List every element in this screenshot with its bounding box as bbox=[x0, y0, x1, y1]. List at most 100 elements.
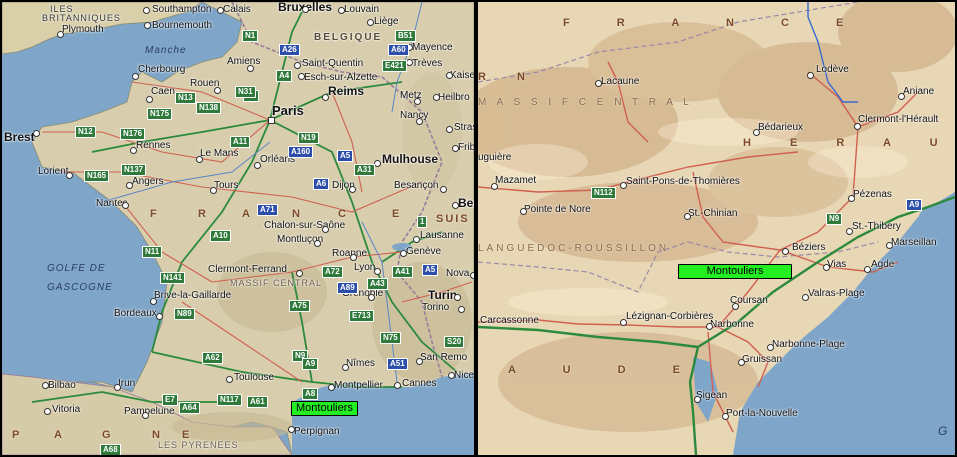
detail-city-dot bbox=[722, 413, 729, 420]
overview-city-label: Cannes bbox=[402, 378, 437, 389]
detail-city-dot bbox=[886, 242, 893, 249]
overview-road-shield: N19 bbox=[298, 132, 319, 144]
detail-city-label: Narbonne bbox=[710, 319, 754, 330]
overview-map[interactable]: Manche GOLFE DE GASCOGNE ILES BRITANNIQU… bbox=[2, 2, 474, 455]
overview-city-label: Le Mans bbox=[200, 148, 239, 159]
detail-city-label: Béziers bbox=[792, 242, 826, 253]
region-label-languedoc-roussillon: LANGUEDOC-ROUSSILLON bbox=[478, 243, 670, 254]
overview-city-label: Montpellier bbox=[334, 380, 383, 391]
overview-city-dot bbox=[217, 7, 224, 14]
country-letter-spain-g: G bbox=[102, 429, 119, 441]
detail-city-label: Pointe de Nore bbox=[524, 204, 591, 215]
overview-city-dot bbox=[130, 147, 137, 154]
overview-city-label: Tours bbox=[214, 180, 239, 191]
detail-city-label: Agde bbox=[871, 259, 895, 270]
overview-city-dot bbox=[328, 384, 335, 391]
overview-city-label: Trèves bbox=[412, 58, 443, 69]
overview-road-shield: A61 bbox=[247, 396, 268, 408]
overview-road-shield: N1 bbox=[242, 30, 259, 42]
country-letter-spain-a: A bbox=[54, 429, 70, 441]
overview-city-dot bbox=[452, 202, 459, 209]
overview-road-shield: N165 bbox=[84, 170, 110, 182]
overview-city-label: Nice bbox=[454, 370, 474, 381]
overview-city-label: Cherbourg bbox=[138, 64, 186, 75]
overview-city-label: Reims bbox=[328, 84, 365, 98]
overview-city-dot bbox=[406, 59, 413, 66]
overview-city-label: Lyon bbox=[354, 262, 376, 273]
location-marker-montouliers-overview[interactable]: Montouliers bbox=[291, 401, 358, 416]
overview-city-label: Torino bbox=[422, 302, 450, 313]
sea-label-manche: Manche bbox=[145, 45, 187, 56]
overview-city-dot bbox=[156, 313, 163, 320]
detail-city-dot bbox=[854, 123, 861, 130]
region-label-herault: H E R A U L T bbox=[743, 137, 955, 149]
overview-road-shield: A41 bbox=[392, 266, 413, 278]
overview-city-dot bbox=[454, 294, 461, 301]
overview-city-dot bbox=[400, 250, 407, 257]
panel-divider bbox=[474, 0, 478, 457]
overview-city-dot bbox=[452, 145, 459, 152]
overview-city-dot bbox=[374, 268, 381, 275]
overview-city-dot bbox=[146, 96, 153, 103]
detail-city-label: Carcassonne bbox=[480, 315, 539, 326]
overview-city-dot bbox=[254, 162, 261, 169]
detail-city-label: St.-Thibery bbox=[852, 221, 901, 232]
overview-road-shield: N137 bbox=[121, 164, 147, 176]
overview-city-dot bbox=[302, 6, 309, 13]
overview-city-dot bbox=[122, 202, 129, 209]
overview-road-shield: N176 bbox=[120, 128, 146, 140]
overview-city-dot bbox=[33, 130, 40, 137]
mountain-label-massif-central: MASSIF CENTRAL bbox=[230, 278, 323, 288]
overview-city-label: Mayence bbox=[412, 42, 453, 53]
country-letter-spain-p: P bbox=[12, 429, 28, 441]
overview-road-shield: E7 bbox=[162, 394, 178, 406]
overview-road-shield: A11 bbox=[230, 136, 251, 148]
overview-road-shield: N13 bbox=[175, 92, 196, 104]
overview-city-dot bbox=[314, 240, 321, 247]
detail-city-label: Lacaune bbox=[601, 76, 640, 87]
overview-city-dot bbox=[296, 270, 303, 277]
overview-road-shield: N175 bbox=[147, 108, 173, 120]
detail-road-shield: N9 bbox=[826, 213, 843, 225]
detail-city-label: Port-la-Nouvelle bbox=[726, 408, 798, 419]
overview-city-dot bbox=[210, 187, 217, 194]
overview-city-dot bbox=[66, 172, 73, 179]
overview-city-dot bbox=[288, 426, 295, 433]
country-letter-c: C bbox=[338, 208, 354, 220]
overview-city-dot bbox=[368, 294, 375, 301]
overview-city-label: Liège bbox=[374, 16, 399, 27]
detail-city-label: Clermont-l'Hérault bbox=[858, 114, 939, 125]
overview-road-shield: A6 bbox=[313, 178, 330, 190]
overview-city-label: Besançon bbox=[394, 180, 439, 191]
overview-city-dot bbox=[57, 31, 64, 38]
detail-city-dot bbox=[848, 195, 855, 202]
overview-city-dot bbox=[446, 126, 453, 133]
overview-road-shield: 1 bbox=[417, 216, 428, 228]
overview-city-dot bbox=[196, 156, 203, 163]
overview-road-shield: A72 bbox=[322, 266, 343, 278]
overview-city-dot bbox=[342, 364, 349, 371]
overview-city-label: Nancy bbox=[400, 110, 429, 121]
overview-city-label: Lausanne bbox=[420, 230, 464, 241]
overview-city-dot bbox=[42, 382, 49, 389]
overview-city-dot bbox=[350, 254, 357, 261]
overview-road-shield: N138 bbox=[196, 102, 222, 114]
overview-city-dot bbox=[413, 236, 420, 243]
detail-map[interactable]: F R A N C E H E R A U L T A U D E LANGUE… bbox=[478, 2, 955, 455]
overview-city-label: Bilbao bbox=[48, 380, 76, 391]
location-marker-montouliers-detail[interactable]: Montouliers bbox=[678, 264, 792, 279]
country-letter-a: A bbox=[242, 208, 258, 220]
overview-road-shield: A5 bbox=[337, 150, 354, 162]
country-label-britanniques: BRITANNIQUES bbox=[42, 13, 121, 23]
overview-city-dot bbox=[142, 412, 149, 419]
overview-city-label: Heilbro bbox=[438, 92, 470, 103]
overview-road-shield: A160 bbox=[288, 146, 314, 158]
overview-city-label: Pampelune bbox=[124, 406, 175, 417]
overview-road-shield: S20 bbox=[444, 336, 465, 348]
detail-city-dot bbox=[767, 344, 774, 351]
detail-city-label: Lodève bbox=[816, 64, 849, 75]
detail-city-dot bbox=[694, 396, 701, 403]
detail-city-dot bbox=[595, 80, 602, 87]
overview-city-label: Southampton bbox=[152, 4, 212, 15]
overview-road-shield: A89 bbox=[337, 282, 358, 294]
